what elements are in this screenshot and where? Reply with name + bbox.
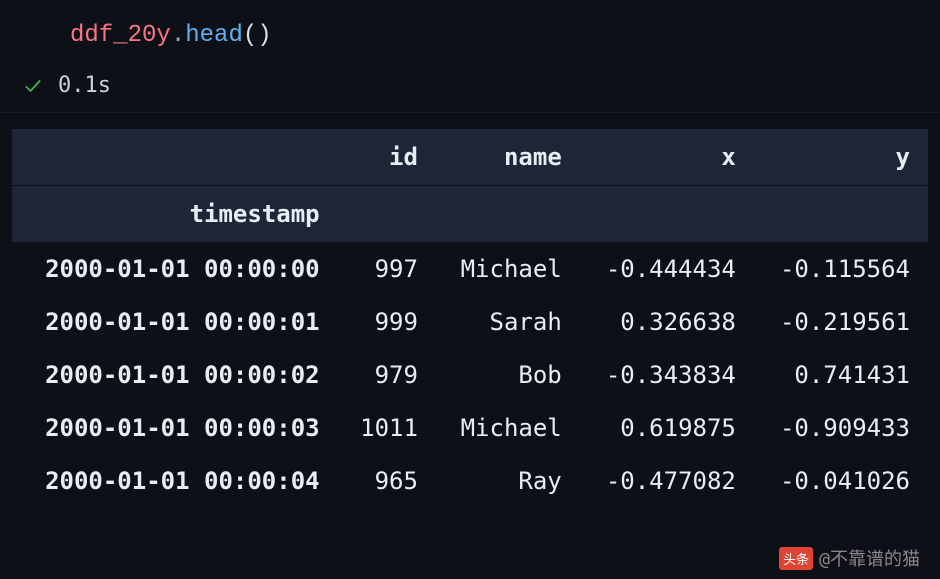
- row-index: 2000-01-01 00:00:04: [12, 455, 338, 508]
- cell-y: -0.909433: [754, 402, 928, 455]
- row-index: 2000-01-01 00:00:02: [12, 349, 338, 402]
- check-icon: [22, 75, 44, 97]
- column-header: x: [580, 129, 754, 186]
- table-row: 2000-01-01 00:00:02 979 Bob -0.343834 0.…: [12, 349, 928, 402]
- cell-id: 1011: [338, 402, 436, 455]
- cell-x: 0.619875: [580, 402, 754, 455]
- table-row: 2000-01-01 00:00:03 1011 Michael 0.61987…: [12, 402, 928, 455]
- table-row: 2000-01-01 00:00:01 999 Sarah 0.326638 -…: [12, 296, 928, 349]
- cell-x: -0.444434: [580, 243, 754, 296]
- index-corner: [12, 129, 338, 186]
- cell-name: Michael: [436, 243, 580, 296]
- code-input[interactable]: ddf_20y.head(): [0, 0, 940, 67]
- column-header: y: [754, 129, 928, 186]
- cell-id: 965: [338, 455, 436, 508]
- cell-id: 979: [338, 349, 436, 402]
- code-variable: ddf_20y: [70, 22, 171, 49]
- column-header-row: id name x y: [12, 129, 928, 186]
- execution-status: 0.1s: [0, 67, 940, 113]
- index-name: timestamp: [12, 186, 338, 243]
- cell-id: 999: [338, 296, 436, 349]
- table-row: 2000-01-01 00:00:00 997 Michael -0.44443…: [12, 243, 928, 296]
- cell-x: 0.326638: [580, 296, 754, 349]
- output-area: id name x y timestamp 2000-01-01 00:00:0…: [0, 113, 940, 508]
- code-dot: .: [171, 22, 185, 49]
- code-open-paren: (: [243, 22, 257, 49]
- cell-x: -0.343834: [580, 349, 754, 402]
- watermark: 头条 @不靠谱的猫: [779, 545, 920, 571]
- row-index: 2000-01-01 00:00:01: [12, 296, 338, 349]
- row-index: 2000-01-01 00:00:03: [12, 402, 338, 455]
- row-index: 2000-01-01 00:00:00: [12, 243, 338, 296]
- cell-y: -0.041026: [754, 455, 928, 508]
- table-row: 2000-01-01 00:00:04 965 Ray -0.477082 -0…: [12, 455, 928, 508]
- watermark-text: @不靠谱的猫: [819, 545, 920, 571]
- code-method: head: [185, 22, 243, 49]
- table-body: 2000-01-01 00:00:00 997 Michael -0.44443…: [12, 243, 928, 508]
- cell-y: 0.741431: [754, 349, 928, 402]
- column-header: name: [436, 129, 580, 186]
- cell-name: Michael: [436, 402, 580, 455]
- column-header: id: [338, 129, 436, 186]
- watermark-logo: 头条: [779, 547, 813, 570]
- code-close-paren: ): [257, 22, 271, 49]
- cell-id: 997: [338, 243, 436, 296]
- cell-x: -0.477082: [580, 455, 754, 508]
- cell-y: -0.219561: [754, 296, 928, 349]
- dataframe-table: id name x y timestamp 2000-01-01 00:00:0…: [12, 129, 928, 508]
- cell-name: Ray: [436, 455, 580, 508]
- cell-y: -0.115564: [754, 243, 928, 296]
- execution-time: 0.1s: [58, 73, 111, 98]
- cell-name: Bob: [436, 349, 580, 402]
- cell-name: Sarah: [436, 296, 580, 349]
- index-name-row: timestamp: [12, 186, 928, 243]
